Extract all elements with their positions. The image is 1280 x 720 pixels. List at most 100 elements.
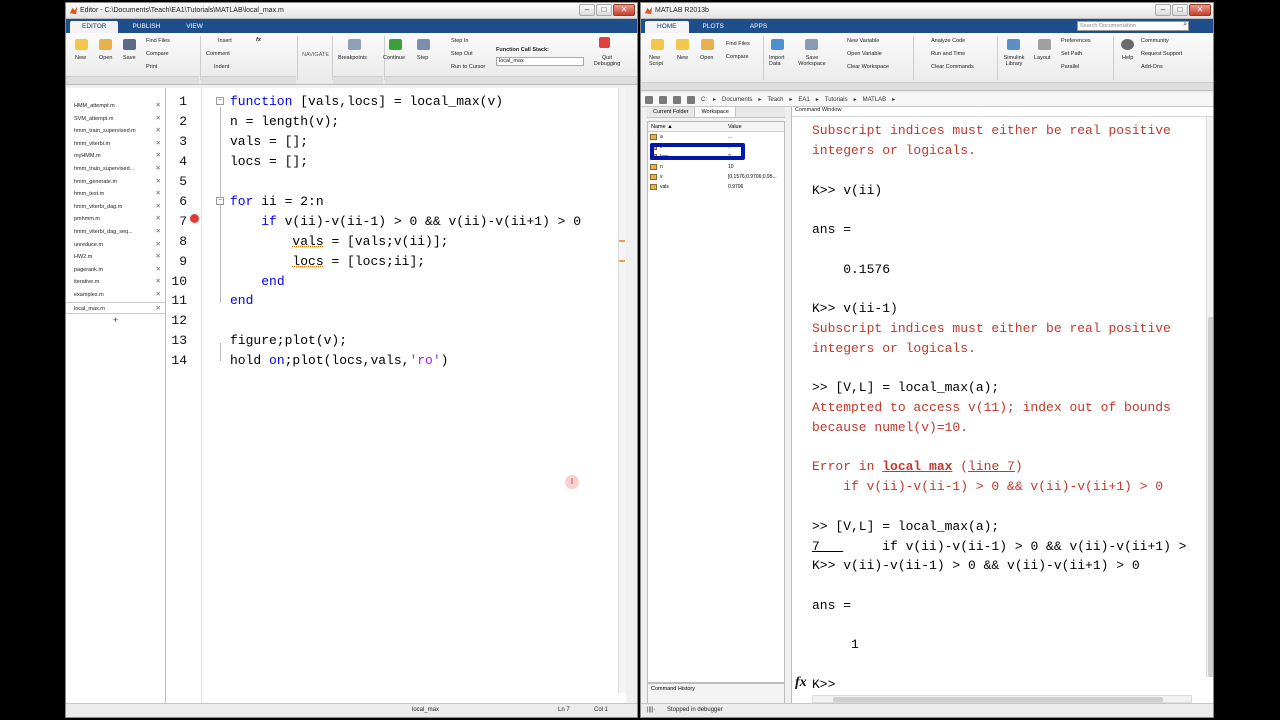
- line-number[interactable]: 4: [179, 154, 187, 169]
- file-tab[interactable]: SVM_attempt.m ✕: [66, 113, 165, 126]
- maximize-button[interactable]: □: [1172, 4, 1188, 16]
- community-button[interactable]: Community: [1141, 38, 1169, 44]
- layout-icon[interactable]: [1038, 39, 1051, 50]
- open-button[interactable]: Open: [99, 55, 112, 61]
- tab-home[interactable]: HOME: [645, 21, 689, 33]
- close-tab-icon[interactable]: ✕: [156, 251, 161, 264]
- save-button[interactable]: Save: [123, 55, 136, 61]
- line-number[interactable]: 3: [179, 134, 187, 149]
- print-button[interactable]: Print: [146, 64, 157, 70]
- warning-marker[interactable]: [619, 260, 625, 262]
- file-tab[interactable]: hmm_viterbi_dag.m ✕: [66, 201, 165, 214]
- close-tab-icon[interactable]: ✕: [156, 201, 161, 214]
- path-segment[interactable]: Documents: [722, 97, 752, 103]
- browse-folder-icon[interactable]: [687, 95, 695, 104]
- file-tab[interactable]: hmm_train_supervised... ✕: [66, 163, 165, 176]
- open-icon[interactable]: [701, 39, 714, 50]
- search-documentation-input[interactable]: Search Documentation: [1077, 21, 1189, 31]
- file-tab[interactable]: hmm_viterbi.m ✕: [66, 138, 165, 151]
- help-icon[interactable]: [1121, 39, 1134, 50]
- tab-apps[interactable]: APPS: [738, 21, 779, 33]
- maximize-button[interactable]: □: [596, 4, 612, 16]
- clear-workspace-button[interactable]: Clear Workspace: [847, 64, 889, 70]
- path-segment[interactable]: C:: [701, 97, 707, 103]
- search-icon[interactable]: ⌕: [1183, 21, 1187, 29]
- line-number[interactable]: 2: [179, 114, 187, 129]
- fold-toggle-icon[interactable]: −: [216, 97, 224, 105]
- close-tab-icon[interactable]: ✕: [156, 303, 161, 316]
- fx-icon[interactable]: fx: [795, 675, 807, 691]
- close-tab-icon[interactable]: ✕: [156, 138, 161, 151]
- breakpoints-button[interactable]: Breakpoints: [338, 55, 367, 61]
- up-folder-icon[interactable]: [673, 95, 681, 104]
- column-value[interactable]: Value: [728, 124, 742, 130]
- close-tab-icon[interactable]: ✕: [156, 125, 161, 138]
- file-tab[interactable]: hmm_test.m ✕: [66, 188, 165, 201]
- new-file-icon[interactable]: [75, 39, 88, 50]
- parallel-button[interactable]: Parallel: [1061, 64, 1079, 70]
- command-prompt[interactable]: K>>: [812, 677, 835, 692]
- column-name[interactable]: Name ▲: [651, 124, 673, 130]
- analyze-code-button[interactable]: Analyze Code: [931, 38, 965, 44]
- preferences-button[interactable]: Preferences: [1061, 38, 1091, 44]
- line-number[interactable]: 5: [179, 174, 187, 189]
- file-tab[interactable]: hmm_train_supervised.m ✕: [66, 125, 165, 138]
- command-window-hscrollbar[interactable]: [812, 695, 1192, 703]
- command-window[interactable]: Command Window Subscript indices must ei…: [791, 107, 1213, 707]
- quit-debugging-icon[interactable]: [599, 37, 610, 48]
- tab-editor[interactable]: EDITOR: [70, 21, 119, 33]
- import-data-button[interactable]: Import Data: [769, 55, 787, 67]
- minimize-button[interactable]: –: [579, 4, 595, 16]
- continue-button[interactable]: Continue: [383, 55, 405, 61]
- path-segment[interactable]: Tutorials: [825, 97, 848, 103]
- tab-workspace[interactable]: Workspace: [695, 107, 736, 117]
- file-tab[interactable]: hmm_viterbi_dag_seq... ✕: [66, 226, 165, 239]
- line-number[interactable]: 6: [179, 194, 187, 209]
- line-number[interactable]: 11: [171, 293, 187, 308]
- tab-plots[interactable]: PLOTS: [691, 21, 736, 33]
- error-line-link[interactable]: line 7: [968, 459, 1015, 474]
- scrollbar-thumb[interactable]: [1208, 317, 1213, 677]
- close-button[interactable]: ✕: [613, 4, 635, 16]
- current-folder-path-bar[interactable]: C: ▸ Documents ▸ Teach ▸ EA1 ▸ Tutorials ▸ MA…: [641, 93, 1213, 107]
- forward-icon[interactable]: [659, 95, 667, 104]
- file-tab[interactable]: iterative.m ✕: [66, 276, 165, 289]
- find-files-button[interactable]: Find Files: [146, 38, 170, 44]
- layout-button[interactable]: Layout: [1034, 55, 1051, 61]
- error-function-link[interactable]: local_max: [882, 459, 952, 474]
- save-workspace-icon[interactable]: [805, 39, 818, 50]
- workspace-row[interactable]: n 10: [648, 162, 784, 172]
- run-to-cursor-button[interactable]: Run to Cursor: [451, 64, 485, 70]
- call-stack-select[interactable]: local_max: [496, 57, 584, 66]
- close-tab-icon[interactable]: ✕: [156, 213, 161, 226]
- run-and-time-button[interactable]: Run and Time: [931, 51, 965, 57]
- request-support-button[interactable]: Request Support: [1141, 51, 1182, 57]
- file-tab[interactable]: pagerank.m ✕: [66, 264, 165, 277]
- new-variable-button[interactable]: New Variable: [847, 38, 879, 44]
- breakpoint-icon[interactable]: [190, 214, 199, 223]
- new-script-icon[interactable]: [651, 39, 664, 50]
- warning-marker[interactable]: [619, 240, 625, 242]
- line-number[interactable]: 8: [179, 234, 187, 249]
- scrollbar-thumb[interactable]: [833, 697, 1163, 702]
- step-out-button[interactable]: Step Out: [451, 51, 473, 57]
- workspace-row[interactable]: vals 0.9706: [648, 182, 784, 192]
- open-variable-button[interactable]: Open Variable: [847, 51, 882, 57]
- back-icon[interactable]: [645, 95, 653, 104]
- import-data-icon[interactable]: [771, 39, 784, 50]
- file-tab[interactable]: examples.m ✕: [66, 289, 165, 302]
- line-number[interactable]: 13: [171, 333, 187, 348]
- comment-button[interactable]: Comment: [206, 51, 230, 57]
- new-button[interactable]: New: [677, 55, 688, 61]
- step-icon[interactable]: [417, 39, 430, 50]
- workspace-row[interactable]: v [0.1576;0.9706;0.95...: [648, 172, 784, 182]
- close-tab-icon[interactable]: ✕: [156, 276, 161, 289]
- fx-insert-icon[interactable]: fx: [256, 37, 261, 43]
- line-number[interactable]: 7: [179, 214, 187, 229]
- save-workspace-button[interactable]: Save Workspace: [793, 55, 831, 67]
- fold-toggle-icon[interactable]: −: [216, 197, 224, 205]
- file-tab[interactable]: hmm_generate.m ✕: [66, 176, 165, 189]
- continue-icon[interactable]: [389, 39, 402, 50]
- quit-debugging-button[interactable]: Quit Debugging: [592, 55, 622, 67]
- editor-scrollbar[interactable]: [618, 88, 626, 693]
